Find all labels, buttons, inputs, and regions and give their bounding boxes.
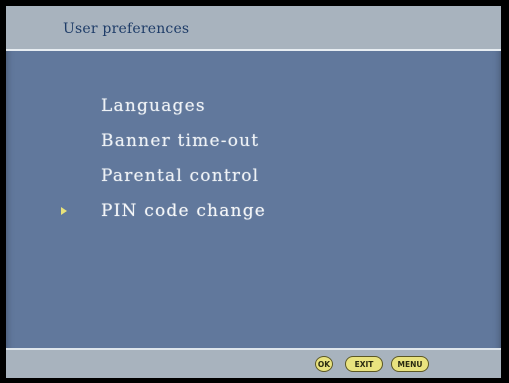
- page-title: User preferences: [63, 21, 190, 37]
- menu-item-label: Languages: [101, 96, 206, 116]
- menu-item-parental-control[interactable]: Parental control: [101, 160, 401, 190]
- selection-arrow-icon: [61, 207, 67, 215]
- ok-button[interactable]: OK: [315, 356, 333, 372]
- footer-bar: OK EXIT MENU: [6, 348, 501, 378]
- exit-button[interactable]: EXIT: [345, 356, 383, 372]
- menu-item-pin-code-change[interactable]: PIN code change: [61, 195, 401, 225]
- menu-item-label: Banner time-out: [101, 131, 260, 151]
- menu-button[interactable]: MENU: [391, 356, 429, 372]
- header-bar: User preferences: [6, 6, 501, 51]
- menu-item-label: PIN code change: [101, 201, 267, 221]
- menu-item-label: Parental control: [101, 166, 260, 186]
- menu-item-banner-time-out[interactable]: Banner time-out: [101, 125, 401, 155]
- menu-item-languages[interactable]: Languages: [101, 90, 401, 120]
- tv-screen: User preferences Languages Banner time-o…: [6, 6, 501, 378]
